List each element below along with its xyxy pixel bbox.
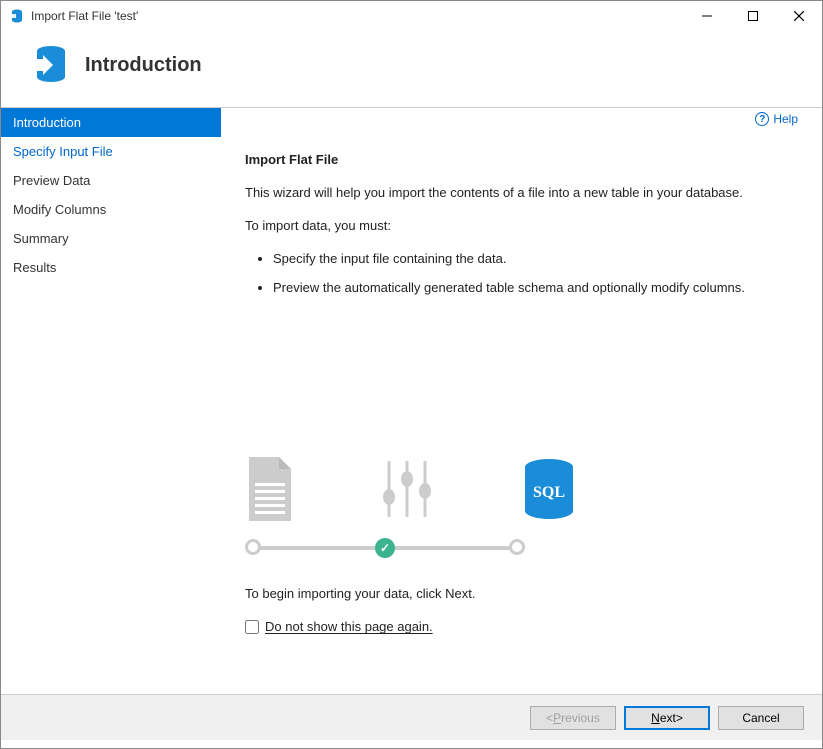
sql-database-icon: SQL <box>519 457 579 524</box>
maximize-button[interactable] <box>730 1 776 31</box>
sidebar-item-specify-input-file[interactable]: Specify Input File <box>1 137 221 166</box>
next-button[interactable]: Next > <box>624 706 710 730</box>
close-button[interactable] <box>776 1 822 31</box>
instructions-heading: To import data, you must: <box>245 218 798 233</box>
sidebar-item-preview-data[interactable]: Preview Data <box>1 166 221 195</box>
begin-text: To begin importing your data, click Next… <box>245 586 798 601</box>
intro-text: This wizard will help you import the con… <box>245 185 798 200</box>
help-label: Help <box>773 112 798 126</box>
page-header: Introduction <box>1 31 822 107</box>
section-title: Import Flat File <box>245 152 798 167</box>
instruction-item: Specify the input file containing the da… <box>273 251 798 266</box>
help-link[interactable]: ? Help <box>755 112 798 126</box>
sliders-icon <box>377 457 437 524</box>
svg-text:SQL: SQL <box>533 484 565 501</box>
timeline-check-icon: ✓ <box>375 538 395 558</box>
sidebar: Introduction Specify Input File Preview … <box>1 108 221 694</box>
do-not-show-checkbox[interactable] <box>245 620 259 634</box>
sidebar-item-results[interactable]: Results <box>1 253 221 282</box>
sidebar-item-introduction[interactable]: Introduction <box>1 108 221 137</box>
sidebar-item-modify-columns[interactable]: Modify Columns <box>1 195 221 224</box>
instructions-list: Specify the input file containing the da… <box>273 251 798 309</box>
help-icon: ? <box>755 112 769 126</box>
wizard-graphic: SQL <box>245 457 798 524</box>
database-import-icon <box>21 41 69 89</box>
timeline-dot-start <box>245 539 261 555</box>
app-icon <box>9 8 25 24</box>
timeline-dot-end <box>509 539 525 555</box>
cancel-button[interactable]: Cancel <box>718 706 804 730</box>
titlebar: Import Flat File 'test' <box>1 1 822 31</box>
sidebar-item-summary[interactable]: Summary <box>1 224 221 253</box>
do-not-show-label[interactable]: Do not show this page again. <box>265 619 433 634</box>
timeline: ✓ <box>245 538 525 558</box>
instruction-item: Preview the automatically generated tabl… <box>273 280 798 295</box>
file-icon <box>245 457 295 524</box>
window-title: Import Flat File 'test' <box>31 9 684 23</box>
footer-buttons: < Previous Next > Cancel <box>1 694 822 740</box>
content-area: ? Help Import Flat File This wizard will… <box>221 108 822 694</box>
page-title: Introduction <box>85 54 202 77</box>
previous-button: < Previous <box>530 706 616 730</box>
minimize-button[interactable] <box>684 1 730 31</box>
